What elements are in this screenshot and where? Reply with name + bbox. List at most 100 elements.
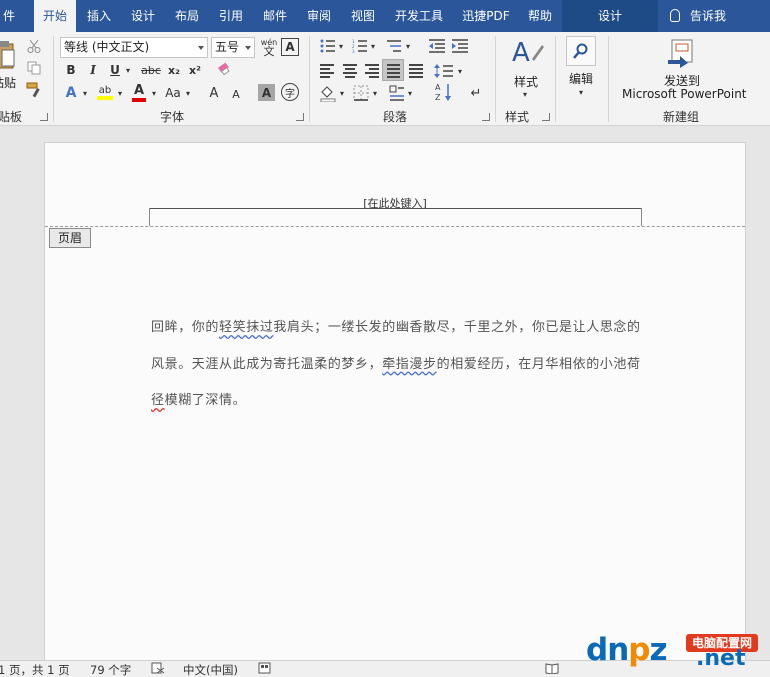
styles-launcher[interactable] bbox=[542, 113, 550, 121]
chevron-down-icon[interactable]: ▾ bbox=[404, 38, 412, 54]
document-page[interactable]: [在此处键入] 页眉 回眸，你的轻笑抹过我肩头；一缕长发的幽香散尽，千里之外，你… bbox=[44, 142, 746, 660]
tell-me-search[interactable]: 告诉我 bbox=[670, 0, 726, 32]
decrease-indent-icon[interactable] bbox=[428, 38, 446, 54]
numbering-icon[interactable]: 123 bbox=[352, 38, 368, 54]
ribbon: 粘贴 贴板 等线 (中文正文) 五号 wén文 A B I U ▾ abc x₂… bbox=[0, 32, 770, 126]
shading-icon[interactable] bbox=[319, 84, 337, 102]
sort-icon[interactable]: AZ bbox=[435, 82, 453, 102]
cut-icon[interactable] bbox=[26, 38, 42, 54]
chevron-down-icon[interactable]: ▾ bbox=[456, 62, 464, 80]
chevron-down-icon[interactable]: ▾ bbox=[369, 38, 377, 54]
chevron-down-icon[interactable]: ▾ bbox=[81, 84, 89, 102]
grammar-squiggle[interactable]: 轻笑抹过 bbox=[219, 320, 273, 335]
tab-view[interactable]: 视图 bbox=[344, 0, 382, 32]
status-language[interactable]: 中文(中国) bbox=[183, 662, 238, 677]
powerpoint-send-icon[interactable] bbox=[668, 38, 700, 68]
char-border-button[interactable]: A bbox=[281, 38, 299, 56]
clipboard-launcher[interactable] bbox=[40, 113, 48, 121]
increase-indent-icon[interactable] bbox=[451, 38, 469, 54]
styles-icon[interactable]: A bbox=[510, 36, 544, 72]
chevron-down-icon[interactable]: ▾ bbox=[184, 84, 192, 102]
italic-button[interactable]: I bbox=[84, 61, 102, 79]
grow-font-button[interactable]: A bbox=[205, 84, 223, 102]
format-painter-icon[interactable] bbox=[26, 82, 42, 98]
strikethrough-button[interactable]: abc bbox=[140, 61, 162, 79]
superscript-button[interactable]: x² bbox=[186, 61, 204, 79]
chevron-down-icon[interactable]: ▾ bbox=[150, 84, 158, 102]
tab-mailings[interactable]: 邮件 bbox=[256, 0, 294, 32]
group-separator bbox=[608, 36, 609, 122]
align-right-icon[interactable] bbox=[365, 64, 379, 80]
clear-formatting-icon[interactable] bbox=[216, 60, 234, 78]
tab-layout[interactable]: 布局 bbox=[168, 0, 206, 32]
char-shading-button[interactable]: A bbox=[258, 84, 275, 101]
find-icon[interactable] bbox=[566, 36, 596, 66]
font-size-combo[interactable]: 五号 bbox=[211, 37, 255, 58]
bullets-icon[interactable] bbox=[320, 38, 336, 54]
line-spacing-icon[interactable] bbox=[433, 62, 455, 80]
align-left-icon[interactable] bbox=[320, 64, 334, 80]
phonetic-guide-button[interactable]: wén 文 bbox=[259, 36, 279, 58]
shrink-font-button[interactable]: A bbox=[228, 85, 244, 103]
tab-references[interactable]: 引用 bbox=[212, 0, 250, 32]
tab-pdf[interactable]: 迅捷PDF bbox=[456, 0, 516, 32]
enclose-chars-button[interactable]: 字 bbox=[281, 83, 299, 101]
chinese-layout-icon[interactable] bbox=[389, 84, 405, 102]
chevron-down-icon[interactable]: ▾ bbox=[337, 38, 345, 54]
tab-home[interactable]: 开始 bbox=[34, 0, 76, 32]
ribbon-tab-bar: 件 开始 插入 设计 布局 引用 邮件 审阅 视图 开发工具 迅捷PDF 帮助 … bbox=[0, 0, 770, 32]
chevron-down-icon[interactable]: ▾ bbox=[406, 84, 414, 102]
paste-icon[interactable] bbox=[0, 40, 16, 70]
tab-file[interactable]: 件 bbox=[0, 0, 20, 32]
chevron-down-icon[interactable]: ▾ bbox=[124, 61, 132, 79]
group-separator bbox=[309, 36, 310, 122]
macro-record-icon[interactable] bbox=[258, 662, 271, 677]
proofing-icon[interactable] bbox=[151, 662, 165, 677]
read-mode-icon[interactable] bbox=[545, 662, 559, 677]
change-case-button[interactable]: Aa bbox=[163, 84, 183, 102]
header-margin-mark bbox=[149, 208, 150, 226]
chevron-down-icon[interactable]: ▾ bbox=[371, 84, 379, 102]
chevron-down-icon[interactable]: ▾ bbox=[577, 86, 585, 98]
paste-button[interactable]: 粘贴 bbox=[0, 74, 16, 91]
bold-button[interactable]: B bbox=[62, 61, 80, 79]
font-launcher[interactable] bbox=[296, 113, 304, 121]
font-name-combo[interactable]: 等线 (中文正文) bbox=[60, 37, 208, 58]
tab-developer[interactable]: 开发工具 bbox=[388, 0, 450, 32]
chevron-down-icon bbox=[245, 46, 251, 50]
paragraph-launcher[interactable] bbox=[482, 113, 490, 121]
tab-design[interactable]: 设计 bbox=[124, 0, 162, 32]
paragraph-group-label: 段落 bbox=[383, 110, 408, 124]
copy-icon[interactable] bbox=[26, 60, 42, 76]
status-page-count[interactable]: 1 页，共 1 页 bbox=[0, 662, 70, 677]
new-group-label: 新建组 bbox=[663, 110, 700, 124]
svg-text:Z: Z bbox=[435, 93, 441, 102]
justify-button[interactable] bbox=[382, 59, 404, 81]
tab-insert[interactable]: 插入 bbox=[80, 0, 118, 32]
multilevel-list-icon[interactable] bbox=[386, 38, 402, 54]
send-to-powerpoint-button[interactable]: Microsoft PowerPoint bbox=[622, 87, 747, 101]
tab-header-design[interactable]: 设计 bbox=[562, 0, 658, 32]
font-color-button[interactable]: A bbox=[130, 82, 148, 102]
highlight-button[interactable]: ab bbox=[95, 82, 115, 102]
grammar-squiggle[interactable]: 牵指漫步 bbox=[382, 357, 436, 372]
spelling-squiggle[interactable]: 径 bbox=[151, 393, 165, 408]
chevron-down-icon bbox=[198, 46, 204, 50]
header-margin-mark bbox=[641, 208, 642, 226]
show-marks-icon[interactable]: ↵ bbox=[468, 84, 484, 102]
text-effects-button[interactable]: A bbox=[62, 84, 80, 102]
chevron-down-icon[interactable]: ▾ bbox=[521, 88, 529, 100]
chevron-down-icon[interactable]: ▾ bbox=[338, 84, 346, 102]
tab-help[interactable]: 帮助 bbox=[522, 0, 558, 32]
editing-button[interactable]: 编辑 bbox=[569, 70, 593, 87]
document-body-text[interactable]: 回眸，你的轻笑抹过我肩头；一缕长发的幽香散尽，千里之外，你已是让人思念的风景。天… bbox=[151, 310, 641, 420]
chevron-down-icon[interactable]: ▾ bbox=[116, 84, 124, 102]
underline-button[interactable]: U bbox=[106, 61, 124, 79]
distributed-icon[interactable] bbox=[409, 64, 423, 80]
tab-review[interactable]: 审阅 bbox=[300, 0, 338, 32]
borders-icon[interactable] bbox=[352, 84, 370, 102]
align-center-icon[interactable] bbox=[343, 64, 357, 80]
subscript-button[interactable]: x₂ bbox=[165, 61, 183, 79]
status-word-count[interactable]: 79 个字 bbox=[90, 662, 131, 677]
lightbulb-icon bbox=[670, 9, 680, 22]
